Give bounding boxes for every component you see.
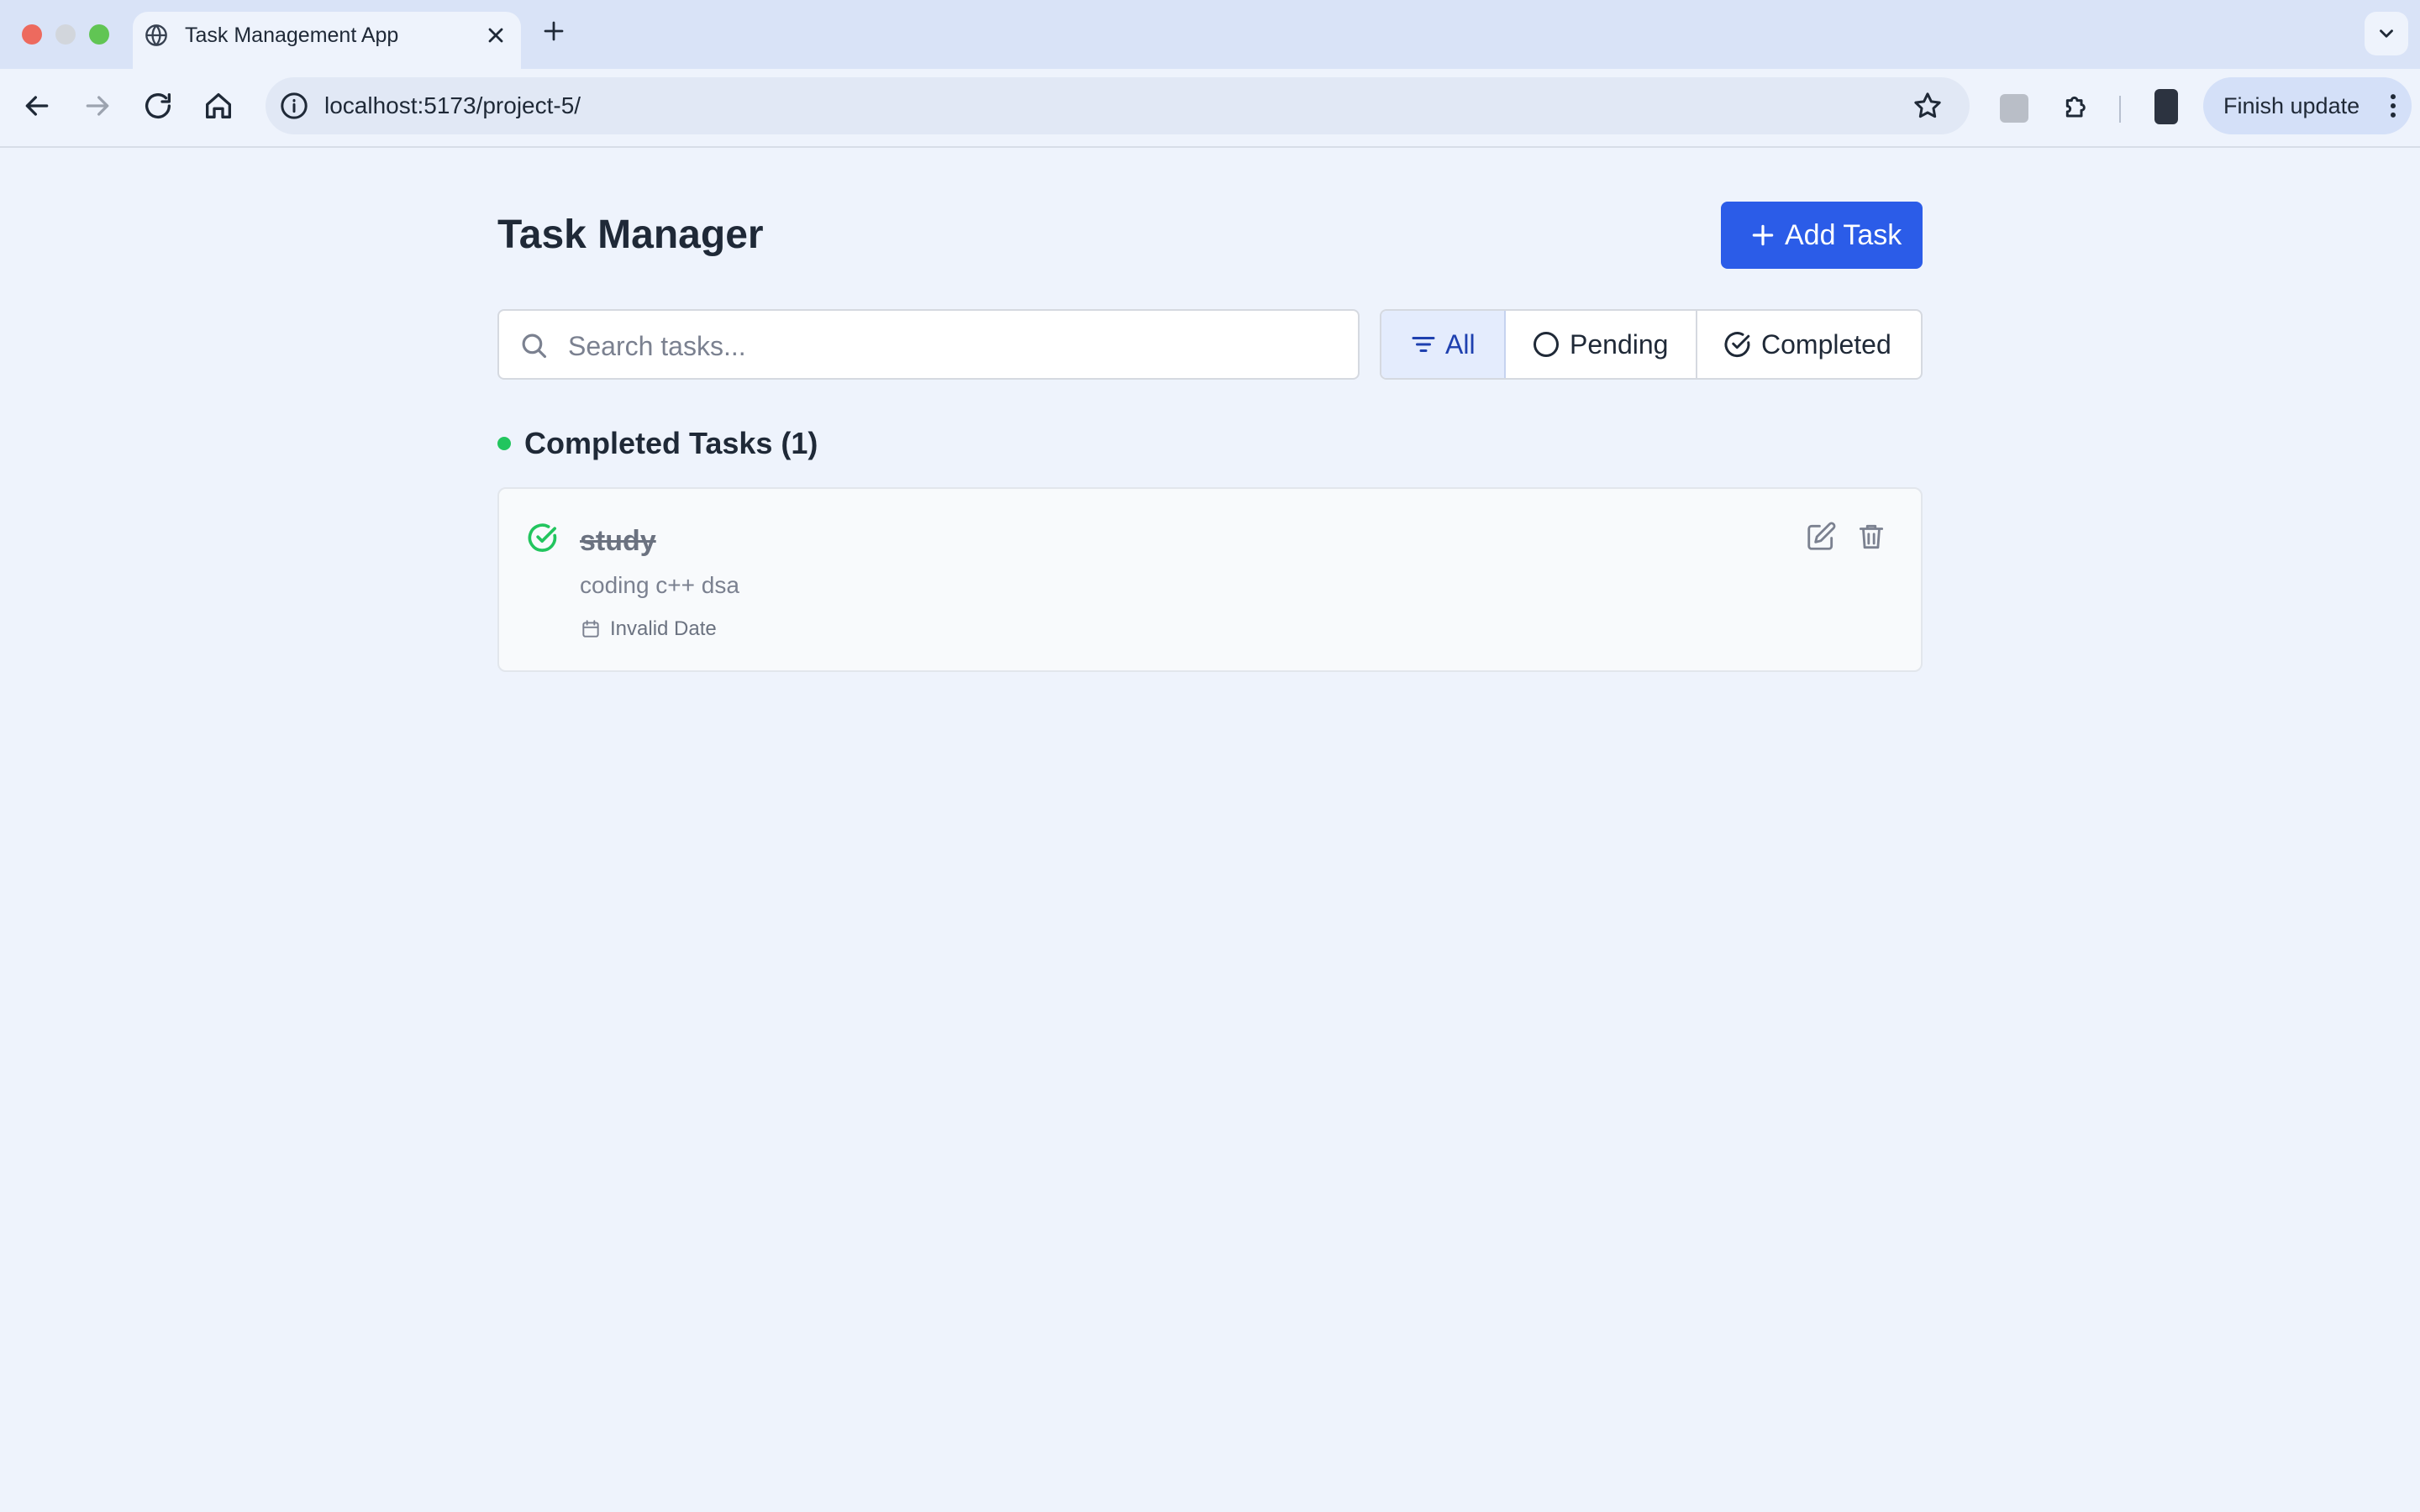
task-card: study coding c++ dsa Invalid Date [497,487,1923,672]
filter-icon [1408,329,1439,360]
filter-pending-label: Pending [1570,329,1669,360]
address-bar[interactable]: localhost:5173/project-5/ [266,77,1970,134]
browser-tab-active[interactable]: Task Management App [133,12,521,69]
filter-pending-button[interactable]: Pending [1506,311,1697,378]
trash-icon[interactable] [1855,521,1887,553]
browser-toolbar: localhost:5173/project-5/ Finish update [0,69,2420,148]
finish-update-button[interactable]: Finish update [2203,77,2412,134]
new-tab-plus-icon[interactable] [541,18,566,44]
check-circle-icon [1723,329,1753,360]
task-description: coding c++ dsa [580,572,739,598]
tab-search-menu-button[interactable] [2365,12,2408,55]
search-input[interactable] [566,323,1326,370]
forward-arrow-icon[interactable] [81,89,114,123]
finish-update-label: Finish update [2223,93,2360,118]
tab-title: Task Management App [185,24,399,47]
edit-icon[interactable] [1805,521,1837,553]
page-title: Task Manager [497,213,764,257]
search-icon [518,329,550,361]
extension-icon[interactable] [2000,94,2028,123]
minimize-window-button[interactable] [55,24,76,45]
filter-all-label: All [1445,329,1476,360]
filter-completed-button[interactable]: Completed [1697,311,1921,378]
browser-tab-bar: Task Management App [0,0,2420,69]
section-title: Completed Tasks (1) [524,426,818,460]
star-icon[interactable] [1911,89,1944,123]
circle-icon [1531,329,1561,360]
back-arrow-icon[interactable] [20,89,54,123]
url-text: localhost:5173/project-5/ [324,92,581,118]
profile-avatar[interactable] [2154,89,2178,124]
filter-completed-label: Completed [1761,329,1891,360]
check-circle-icon[interactable] [526,521,560,554]
calendar-icon [580,618,602,640]
add-task-label: Add Task [1785,219,1902,251]
add-task-button[interactable]: Add Task [1721,202,1923,269]
info-icon[interactable] [277,89,311,123]
close-window-button[interactable] [22,24,42,45]
plus-icon [1749,222,1776,249]
section-status-dot [497,437,511,450]
reload-icon[interactable] [141,89,175,123]
puzzle-icon[interactable] [2060,91,2094,124]
maximize-window-button[interactable] [89,24,109,45]
more-vert-icon[interactable] [2376,89,2410,123]
toolbar-divider [2119,96,2121,123]
home-icon[interactable] [202,89,235,123]
task-date: Invalid Date [610,617,717,640]
task-title: study [580,525,656,557]
search-box [497,309,1360,380]
filter-all-button[interactable]: All [1381,311,1506,378]
close-icon[interactable] [484,24,508,47]
filter-group: All Pending Completed [1380,309,1923,380]
globe-icon [145,24,168,47]
